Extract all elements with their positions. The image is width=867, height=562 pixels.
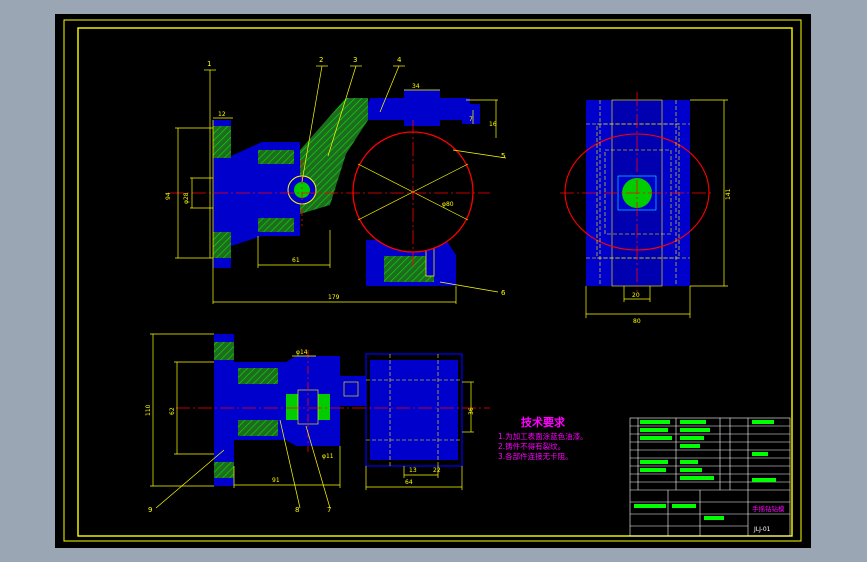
balloon-4: 4 [397,56,402,64]
dim-13: 13 [409,467,417,474]
balloon-3: 3 [353,56,357,64]
dim-36: 36 [468,407,475,415]
left-flange-hatch [213,126,231,158]
balloon-2: 2 [319,56,323,64]
balloon-9: 9 [148,506,152,514]
dim-141: 141 [725,188,732,200]
dim-7: 7 [469,116,473,123]
dim-94: 94 [165,192,172,200]
balloon-6: 6 [501,289,506,297]
dim-179: 179 [328,294,340,301]
dim-64: 64 [405,479,413,486]
tech-line-1: 1.为加工表面涂蓝色油漆。 [498,431,588,441]
balloon-7: 7 [327,506,331,514]
cad-drawing: 1 2 3 4 5 6 12 34 7 16 94 φ28 φ80 61 179 [55,14,811,548]
drawing-title: 手摇钻钻模 [752,504,785,513]
tech-line-2: 2.铸件不得有裂纹。 [498,441,565,451]
dim-16: 16 [489,121,497,128]
balloon-1: 1 [207,60,211,68]
tech-line-3: 3.各部件连接无卡阻。 [498,451,573,461]
dim-12: 12 [218,111,226,118]
dim-phi11: φ11 [322,453,334,460]
dim-61: 61 [292,257,300,264]
tech-title: 技术要求 [521,415,566,429]
dim-phi14: φ14 [296,349,308,356]
dim-phi80: φ80 [442,201,454,208]
dim-phi28: φ28 [183,192,190,204]
dim-110: 110 [145,404,152,416]
dim-91: 91 [272,477,280,484]
dim-22: 22 [433,467,441,474]
dim-62: 62 [169,407,176,415]
drawing-number: JLJ-01 [753,526,771,533]
dim-20: 20 [632,292,640,299]
balloon-8: 8 [295,506,299,514]
dim-80: 80 [633,318,641,325]
balloon-5: 5 [501,152,505,160]
dim-34: 34 [412,83,420,90]
